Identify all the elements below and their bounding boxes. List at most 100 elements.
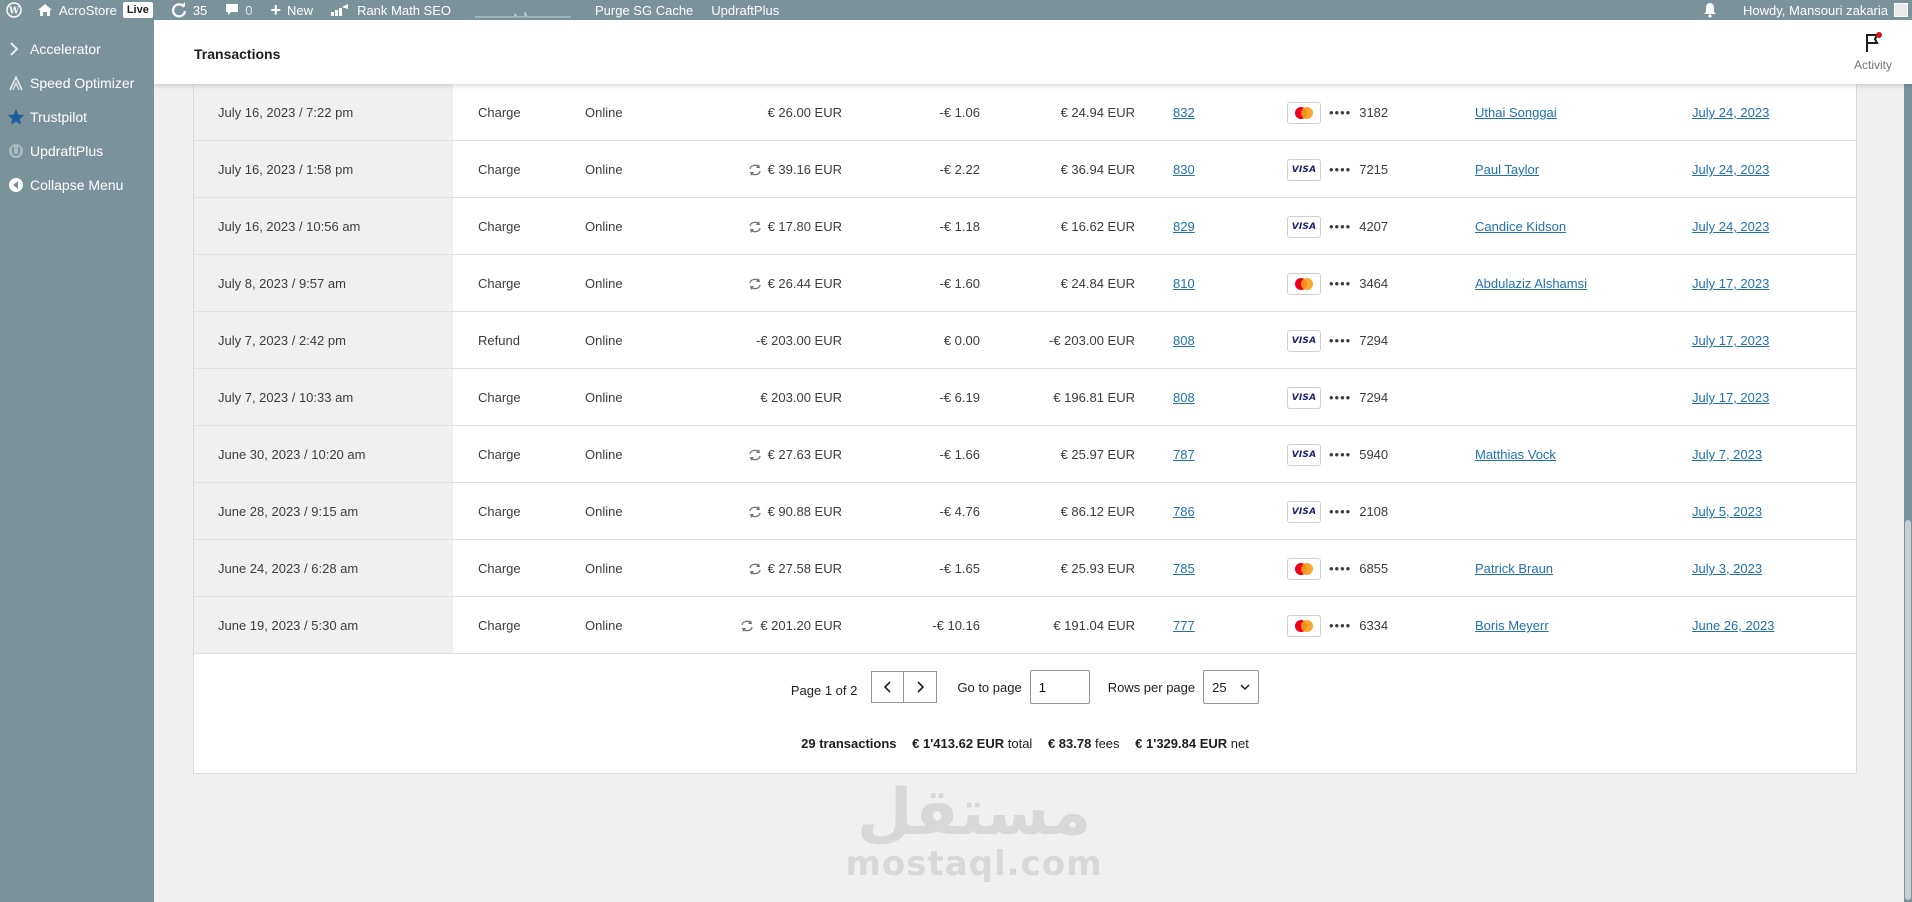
main-content: Transactions Activity July 16, 2023 / 7:… (154, 20, 1912, 902)
next-page-button[interactable] (904, 671, 938, 703)
card-dots: •••• (1329, 618, 1352, 633)
table-row[interactable]: July 16, 2023 / 7:22 pm Charge Online € 26.… (194, 84, 1856, 141)
transaction-channel: Online (585, 447, 623, 462)
currency-conversion-icon (748, 505, 762, 518)
deposit-date-link[interactable]: July 5, 2023 (1692, 504, 1762, 519)
summary-net-label: net (1230, 736, 1249, 751)
user-account-menu[interactable]: Howdy, Mansouri zakaria (1734, 0, 1912, 20)
order-link[interactable]: 832 (1173, 105, 1195, 120)
wordpress-logo-icon[interactable]: W (0, 0, 28, 20)
previous-page-button[interactable] (871, 671, 905, 703)
visa-label: VISA (1291, 392, 1317, 403)
visa-card-icon: VISA (1287, 386, 1321, 409)
mastercard-icon (1287, 557, 1321, 580)
sidebar-item-trustpilot[interactable]: Trustpilot (0, 100, 154, 134)
purge-cache-label: Purge SG Cache (595, 2, 694, 18)
table-row[interactable]: July 7, 2023 / 2:42 pm Refund Online -€ 203… (194, 312, 1856, 369)
transaction-fees: -€ 1.18 (939, 219, 980, 234)
customer-link[interactable]: Uthai Songgai (1475, 105, 1557, 120)
sparkline-chart (475, 11, 571, 18)
order-link[interactable]: 808 (1173, 333, 1195, 348)
deposit-date-link[interactable]: July 17, 2023 (1692, 276, 1769, 291)
table-row[interactable]: June 24, 2023 / 6:28 am Charge Online € 27.… (194, 540, 1856, 597)
collapse-icon (6, 175, 26, 195)
sidebar-collapse-menu[interactable]: Collapse Menu (0, 168, 154, 202)
customer-cell: Patrick Braun (1475, 540, 1553, 597)
transaction-net: € 24.94 EUR (1060, 105, 1135, 120)
sidebar-item-updraftplus[interactable]: UpdraftPlus (0, 134, 154, 168)
order-link[interactable]: 785 (1173, 561, 1195, 576)
order-link[interactable]: 829 (1173, 219, 1195, 234)
customer-link[interactable]: Boris Meyerr (1475, 618, 1549, 633)
customer-link[interactable]: Candice Kidson (1475, 219, 1566, 234)
rankmath-link[interactable]: Rank Math SEO (322, 0, 460, 20)
table-row[interactable]: June 30, 2023 / 10:20 am Charge Online € 27… (194, 426, 1856, 483)
table-row[interactable]: June 19, 2023 / 5:30 am Charge Online € 201… (194, 597, 1856, 654)
scrollbar-thumb[interactable] (1905, 520, 1911, 900)
deposit-date-link[interactable]: June 26, 2023 (1692, 618, 1774, 633)
table-row[interactable]: July 7, 2023 / 10:33 am Charge Online € 203… (194, 369, 1856, 426)
order-link[interactable]: 830 (1173, 162, 1195, 177)
rankmath-icon (331, 4, 349, 16)
order-cell: 787 (1173, 426, 1195, 483)
page-info: Page 1 of 2 (790, 682, 858, 698)
live-badge: Live (122, 2, 153, 18)
order-link[interactable]: 786 (1173, 504, 1195, 519)
card-dots: •••• (1329, 162, 1352, 177)
deposit-date-link[interactable]: July 3, 2023 (1692, 561, 1762, 576)
customer-link[interactable]: Patrick Braun (1475, 561, 1553, 576)
rows-per-page-select[interactable]: 25 (1203, 670, 1260, 704)
goto-page-input[interactable] (1029, 670, 1090, 704)
transaction-amount: € 201.20 EUR (740, 597, 842, 654)
order-link[interactable]: 808 (1173, 390, 1195, 405)
deposit-date-link[interactable]: July 24, 2023 (1692, 162, 1769, 177)
rows-per-page-value: 25 (1212, 679, 1227, 695)
chevron-left-icon (883, 681, 891, 693)
currency-conversion-icon (740, 619, 754, 632)
deposit-date-link[interactable]: July 24, 2023 (1692, 219, 1769, 234)
transaction-amount: € 26.00 EUR (768, 84, 842, 141)
order-link[interactable]: 777 (1173, 618, 1195, 633)
notifications-bell[interactable] (1693, 0, 1734, 20)
table-row[interactable]: June 28, 2023 / 9:15 am Charge Online € 90.… (194, 483, 1856, 540)
card-dots: •••• (1329, 333, 1352, 348)
deposit-date-link[interactable]: July 17, 2023 (1692, 333, 1769, 348)
purge-cache-link[interactable]: Purge SG Cache (586, 0, 702, 20)
transaction-type: Charge (478, 390, 521, 405)
summary-fees: € 83.78 fees (1048, 736, 1120, 751)
order-link[interactable]: 810 (1173, 276, 1195, 291)
new-content-link[interactable]: + New (262, 0, 323, 20)
customer-cell: Paul Taylor (1475, 141, 1539, 198)
stats-sparkline[interactable] (460, 0, 586, 20)
accelerator-icon (6, 39, 26, 59)
transaction-date: July 16, 2023 / 10:56 am (218, 219, 361, 234)
table-row[interactable]: July 16, 2023 / 1:58 pm Charge Online € 39.… (194, 141, 1856, 198)
customer-link[interactable]: Paul Taylor (1475, 162, 1539, 177)
payment-method: VISA •••• 7294 (1287, 369, 1388, 426)
table-row[interactable]: July 8, 2023 / 9:57 am Charge Online € 26.4… (194, 255, 1856, 312)
deposit-cell: July 17, 2023 (1692, 369, 1769, 426)
transaction-fees: -€ 1.60 (939, 276, 980, 291)
sidebar-item-accelerator[interactable]: Accelerator (0, 32, 154, 66)
site-name-link[interactable]: AcroStore Live (28, 0, 162, 20)
order-link[interactable]: 787 (1173, 447, 1195, 462)
page-scrollbar[interactable] (1904, 20, 1912, 902)
deposit-date-link[interactable]: July 7, 2023 (1692, 447, 1762, 462)
comments-link[interactable]: 0 (216, 0, 261, 20)
table-row[interactable]: July 16, 2023 / 10:56 am Charge Online € 17… (194, 198, 1856, 255)
sidebar-item-speed-optimizer[interactable]: Speed Optimizer (0, 66, 154, 100)
deposit-date-link[interactable]: July 17, 2023 (1692, 390, 1769, 405)
svg-text:W: W (8, 7, 20, 17)
deposit-date-link[interactable]: July 24, 2023 (1692, 105, 1769, 120)
order-cell: 785 (1173, 540, 1195, 597)
customer-link[interactable]: Abdulaziz Alshamsi (1475, 276, 1587, 291)
updraftplus-link[interactable]: UpdraftPlus (702, 0, 788, 20)
summary-net: € 1'329.84 EUR net (1135, 736, 1249, 751)
updates-link[interactable]: 35 (162, 0, 216, 20)
amount-value: € 17.80 EUR (767, 219, 842, 234)
customer-link[interactable]: Matthias Vock (1475, 447, 1556, 462)
activity-button[interactable]: Activity (1854, 32, 1892, 72)
customer-cell: Boris Meyerr (1475, 597, 1549, 654)
transaction-net: € 25.97 EUR (1060, 447, 1135, 462)
summary-total-value: € 1'413.62 EUR (912, 736, 1005, 751)
